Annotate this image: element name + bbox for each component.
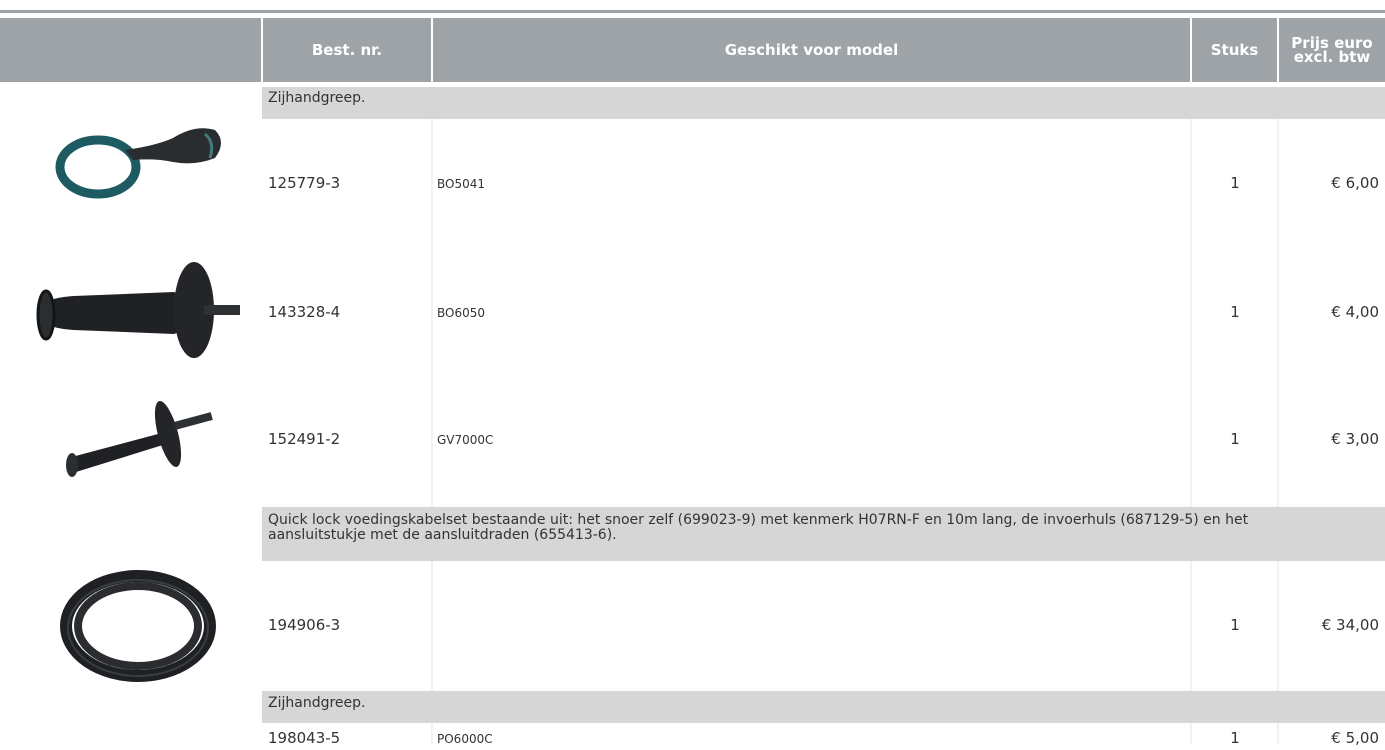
qty: 1 [1230,174,1240,192]
price: € 6,00 [1331,174,1379,192]
model: BO6050 [437,306,486,320]
section-title-line2: aansluitstukje met de aansluitdraden (65… [268,527,617,543]
part-no: 194906-3 [268,616,341,634]
header-part-no: Best. nr. [263,18,431,82]
section-title: Zijhandgreep. [262,691,1385,723]
header-qty: Stuks [1192,18,1277,82]
price: € 5,00 [1331,729,1379,747]
side-handle-ring-icon [55,122,225,216]
side-handle-large-icon [34,258,244,370]
header-price-line2: excl. btw [1293,48,1371,66]
side-handle-small-icon [62,394,222,498]
part-no: 152491-2 [268,430,341,448]
model: PO6000C [437,732,493,746]
qty: 1 [1230,430,1240,448]
cable-coil-icon [58,568,218,692]
qty: 1 [1230,303,1240,321]
price: € 34,00 [1321,616,1379,634]
price: € 4,00 [1331,303,1379,321]
column-divider [431,119,433,744]
section-title-line1: Quick lock voedingskabelset bestaande ui… [268,512,1249,528]
section-title: Zijhandgreep. [262,87,1385,119]
qty: 1 [1230,616,1240,634]
model: BO5041 [437,177,486,191]
header-model: Geschikt voor model [433,18,1190,82]
part-no: 143328-4 [268,303,341,321]
part-no: 125779-3 [268,174,341,192]
qty: 1 [1230,729,1240,747]
header-image-col [0,18,261,82]
model: GV7000C [437,433,494,447]
section-title: Quick lock voedingskabelset bestaande ui… [262,507,1385,561]
header-price: Prijs euro excl. btw [1279,18,1385,82]
part-no: 198043-5 [268,729,341,747]
top-rule [0,10,1385,13]
price: € 3,00 [1331,430,1379,448]
